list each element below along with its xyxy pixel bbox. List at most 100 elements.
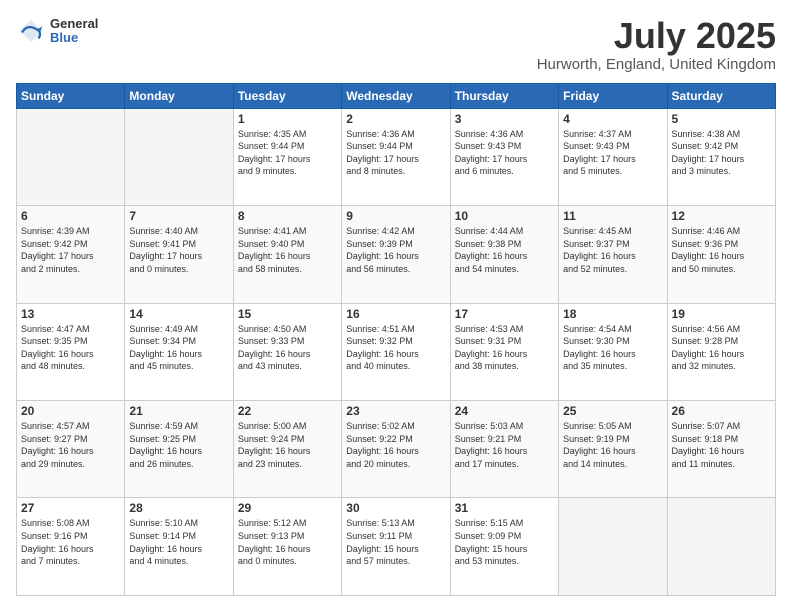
calendar-cell: 15Sunrise: 4:50 AM Sunset: 9:33 PM Dayli… bbox=[233, 303, 341, 400]
header: General Blue July 2025 Hurworth, England… bbox=[16, 16, 776, 73]
day-info: Sunrise: 5:10 AM Sunset: 9:14 PM Dayligh… bbox=[129, 517, 228, 567]
day-number: 27 bbox=[21, 501, 120, 515]
day-info: Sunrise: 5:03 AM Sunset: 9:21 PM Dayligh… bbox=[455, 420, 554, 470]
day-info: Sunrise: 5:07 AM Sunset: 9:18 PM Dayligh… bbox=[672, 420, 771, 470]
day-info: Sunrise: 5:08 AM Sunset: 9:16 PM Dayligh… bbox=[21, 517, 120, 567]
calendar-cell: 29 Sunrise: 5:12 AM Sunset: 9:13 PM Dayli… bbox=[233, 498, 341, 596]
day-number: 3 bbox=[455, 112, 554, 126]
weekday-header-wednesday: Wednesday bbox=[342, 83, 450, 108]
day-info: Sunrise: 4:59 AM Sunset: 9:25 PM Dayligh… bbox=[129, 420, 228, 470]
day-number: 22 bbox=[238, 404, 337, 418]
calendar-cell: 6Sunrise: 4:39 AM Sunset: 9:42 PM Daylig… bbox=[17, 206, 125, 303]
logo-text: General Blue bbox=[50, 17, 98, 46]
day-number: 6 bbox=[21, 209, 120, 223]
calendar-header: SundayMondayTuesdayWednesdayThursdayFrid… bbox=[17, 83, 776, 108]
calendar-body: 1 Sunrise: 4:35 AM Sunset: 9:44 PM Daylig… bbox=[17, 108, 776, 595]
calendar-cell bbox=[559, 498, 667, 596]
day-info: Sunrise: 4:36 AM Sunset: 9:44 PM Dayligh… bbox=[346, 128, 445, 178]
calendar-cell: 10 Sunrise: 4:44 AM Sunset: 9:38 PM Dayli… bbox=[450, 206, 558, 303]
calendar-cell: 14 Sunrise: 4:49 AM Sunset: 9:34 PM Dayli… bbox=[125, 303, 233, 400]
calendar-cell: 24Sunrise: 5:03 AM Sunset: 9:21 PM Dayli… bbox=[450, 401, 558, 498]
day-info: Sunrise: 4:45 AM Sunset: 9:37 PM Dayligh… bbox=[563, 225, 662, 275]
day-number: 7 bbox=[129, 209, 228, 223]
day-info: Sunrise: 4:40 AM Sunset: 9:41 PM Dayligh… bbox=[129, 225, 228, 275]
day-number: 9 bbox=[346, 209, 445, 223]
day-number: 14 bbox=[129, 307, 228, 321]
weekday-header-thursday: Thursday bbox=[450, 83, 558, 108]
weekday-header-monday: Monday bbox=[125, 83, 233, 108]
day-number: 13 bbox=[21, 307, 120, 321]
weekday-header-saturday: Saturday bbox=[667, 83, 775, 108]
logo-icon bbox=[16, 16, 46, 46]
day-info: Sunrise: 4:49 AM Sunset: 9:34 PM Dayligh… bbox=[129, 323, 228, 373]
day-info: Sunrise: 4:41 AM Sunset: 9:40 PM Dayligh… bbox=[238, 225, 337, 275]
weekday-row: SundayMondayTuesdayWednesdayThursdayFrid… bbox=[17, 83, 776, 108]
day-info: Sunrise: 5:12 AM Sunset: 9:13 PM Dayligh… bbox=[238, 517, 337, 567]
day-info: Sunrise: 4:51 AM Sunset: 9:32 PM Dayligh… bbox=[346, 323, 445, 373]
main-title: July 2025 bbox=[537, 16, 776, 56]
day-info: Sunrise: 4:50 AM Sunset: 9:33 PM Dayligh… bbox=[238, 323, 337, 373]
title-block: July 2025 Hurworth, England, United King… bbox=[537, 16, 776, 73]
calendar-cell: 28 Sunrise: 5:10 AM Sunset: 9:14 PM Dayli… bbox=[125, 498, 233, 596]
day-number: 1 bbox=[238, 112, 337, 126]
day-number: 8 bbox=[238, 209, 337, 223]
weekday-header-tuesday: Tuesday bbox=[233, 83, 341, 108]
day-info: Sunrise: 5:05 AM Sunset: 9:19 PM Dayligh… bbox=[563, 420, 662, 470]
day-number: 11 bbox=[563, 209, 662, 223]
calendar-cell bbox=[667, 498, 775, 596]
day-info: Sunrise: 5:13 AM Sunset: 9:11 PM Dayligh… bbox=[346, 517, 445, 567]
day-info: Sunrise: 4:54 AM Sunset: 9:30 PM Dayligh… bbox=[563, 323, 662, 373]
day-number: 25 bbox=[563, 404, 662, 418]
calendar-cell: 19Sunrise: 4:56 AM Sunset: 9:28 PM Dayli… bbox=[667, 303, 775, 400]
day-number: 28 bbox=[129, 501, 228, 515]
day-info: Sunrise: 4:47 AM Sunset: 9:35 PM Dayligh… bbox=[21, 323, 120, 373]
day-number: 29 bbox=[238, 501, 337, 515]
calendar-cell: 11 Sunrise: 4:45 AM Sunset: 9:37 PM Dayli… bbox=[559, 206, 667, 303]
calendar-cell: 18 Sunrise: 4:54 AM Sunset: 9:30 PM Dayli… bbox=[559, 303, 667, 400]
day-info: Sunrise: 4:46 AM Sunset: 9:36 PM Dayligh… bbox=[672, 225, 771, 275]
calendar-cell: 16Sunrise: 4:51 AM Sunset: 9:32 PM Dayli… bbox=[342, 303, 450, 400]
day-number: 26 bbox=[672, 404, 771, 418]
day-number: 12 bbox=[672, 209, 771, 223]
calendar-cell: 8 Sunrise: 4:41 AM Sunset: 9:40 PM Daylig… bbox=[233, 206, 341, 303]
day-info: Sunrise: 4:53 AM Sunset: 9:31 PM Dayligh… bbox=[455, 323, 554, 373]
day-info: Sunrise: 4:57 AM Sunset: 9:27 PM Dayligh… bbox=[21, 420, 120, 470]
calendar-cell bbox=[17, 108, 125, 205]
calendar-week-5: 27 Sunrise: 5:08 AM Sunset: 9:16 PM Dayli… bbox=[17, 498, 776, 596]
weekday-header-friday: Friday bbox=[559, 83, 667, 108]
calendar-cell: 12 Sunrise: 4:46 AM Sunset: 9:36 PM Dayli… bbox=[667, 206, 775, 303]
day-info: Sunrise: 4:36 AM Sunset: 9:43 PM Dayligh… bbox=[455, 128, 554, 178]
calendar-cell: 7 Sunrise: 4:40 AM Sunset: 9:41 PM Daylig… bbox=[125, 206, 233, 303]
calendar-cell: 4Sunrise: 4:37 AM Sunset: 9:43 PM Daylig… bbox=[559, 108, 667, 205]
calendar-cell: 20 Sunrise: 4:57 AM Sunset: 9:27 PM Dayli… bbox=[17, 401, 125, 498]
calendar: SundayMondayTuesdayWednesdayThursdayFrid… bbox=[16, 83, 776, 596]
calendar-cell: 9Sunrise: 4:42 AM Sunset: 9:39 PM Daylig… bbox=[342, 206, 450, 303]
day-number: 17 bbox=[455, 307, 554, 321]
calendar-cell: 13 Sunrise: 4:47 AM Sunset: 9:35 PM Dayli… bbox=[17, 303, 125, 400]
calendar-cell bbox=[125, 108, 233, 205]
calendar-week-1: 1 Sunrise: 4:35 AM Sunset: 9:44 PM Daylig… bbox=[17, 108, 776, 205]
calendar-cell: 1 Sunrise: 4:35 AM Sunset: 9:44 PM Daylig… bbox=[233, 108, 341, 205]
day-number: 30 bbox=[346, 501, 445, 515]
calendar-cell: 26 Sunrise: 5:07 AM Sunset: 9:18 PM Dayli… bbox=[667, 401, 775, 498]
day-number: 10 bbox=[455, 209, 554, 223]
day-number: 21 bbox=[129, 404, 228, 418]
day-number: 5 bbox=[672, 112, 771, 126]
calendar-week-4: 20 Sunrise: 4:57 AM Sunset: 9:27 PM Dayli… bbox=[17, 401, 776, 498]
calendar-cell: 5Sunrise: 4:38 AM Sunset: 9:42 PM Daylig… bbox=[667, 108, 775, 205]
calendar-cell: 2Sunrise: 4:36 AM Sunset: 9:44 PM Daylig… bbox=[342, 108, 450, 205]
calendar-cell: 27 Sunrise: 5:08 AM Sunset: 9:16 PM Dayli… bbox=[17, 498, 125, 596]
day-number: 31 bbox=[455, 501, 554, 515]
logo-line1: General bbox=[50, 17, 98, 31]
day-number: 18 bbox=[563, 307, 662, 321]
day-info: Sunrise: 4:44 AM Sunset: 9:38 PM Dayligh… bbox=[455, 225, 554, 275]
calendar-cell: 30 Sunrise: 5:13 AM Sunset: 9:11 PM Dayli… bbox=[342, 498, 450, 596]
calendar-cell: 31 Sunrise: 5:15 AM Sunset: 9:09 PM Dayli… bbox=[450, 498, 558, 596]
day-info: Sunrise: 4:35 AM Sunset: 9:44 PM Dayligh… bbox=[238, 128, 337, 178]
day-info: Sunrise: 4:37 AM Sunset: 9:43 PM Dayligh… bbox=[563, 128, 662, 178]
day-number: 20 bbox=[21, 404, 120, 418]
weekday-header-sunday: Sunday bbox=[17, 83, 125, 108]
day-info: Sunrise: 5:15 AM Sunset: 9:09 PM Dayligh… bbox=[455, 517, 554, 567]
logo: General Blue bbox=[16, 16, 98, 46]
subtitle: Hurworth, England, United Kingdom bbox=[537, 56, 776, 73]
